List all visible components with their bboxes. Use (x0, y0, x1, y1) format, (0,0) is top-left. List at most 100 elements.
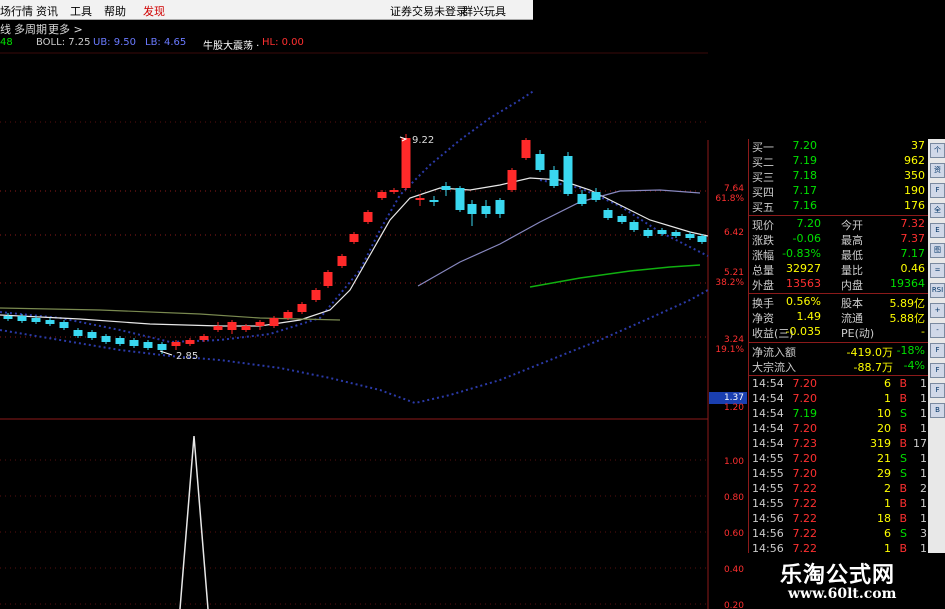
tick-side: S (900, 452, 907, 465)
candle-31 (429, 200, 439, 202)
tick-count: 1 (920, 422, 927, 435)
stat2-label-2: 股本 (841, 297, 863, 310)
candle-36 (495, 200, 505, 214)
watermark-url: www.60lt.com (788, 586, 897, 602)
boll-mid-line (0, 177, 709, 327)
bid-row-4: 买五 7.16 176 (749, 199, 929, 214)
stat2-label: 换手 (752, 297, 774, 310)
tick-price: 7.22 (792, 497, 818, 510)
price-axis-label-8: 1.20 (724, 403, 744, 413)
sidebar-tool-icon[interactable]: 个 (930, 143, 945, 158)
sidebar-tool-icon[interactable]: + (930, 303, 945, 318)
sidebar-tool-icon[interactable]: 资 (930, 163, 945, 178)
toolbar-more[interactable]: 更多 > (48, 21, 83, 37)
candle-45 (617, 216, 627, 222)
sidebar-tool-icon[interactable]: = (930, 263, 945, 278)
sidebar-tool-icon[interactable]: RSI (930, 283, 945, 298)
bid-price: 7.17 (792, 184, 818, 197)
candle-12 (171, 342, 181, 346)
candle-48 (657, 230, 667, 234)
stat2-row-0: 换手 0.56% 股本 5.89亿 (749, 295, 929, 310)
tick-time: 14:54 (752, 422, 784, 435)
stat2-label: 净资 (752, 312, 774, 325)
tick-volume: 21 (877, 452, 891, 465)
toolbar-line[interactable]: 线 (0, 21, 11, 37)
menu-market[interactable]: 场行情 (0, 3, 33, 19)
tick-price: 7.20 (792, 392, 818, 405)
stat-row-2: 涨幅 -0.83% 最低 7.17 (749, 247, 929, 262)
sidebar-tool-icon[interactable]: 图 (930, 243, 945, 258)
candle-49 (671, 232, 681, 236)
price-axis-label-6: 19.1% (715, 345, 744, 355)
stat-label: 总量 (752, 264, 774, 277)
price-axis-label-5: 3.24 (724, 335, 744, 345)
candle-11 (157, 344, 167, 350)
menu-discover[interactable]: 发现 (143, 3, 165, 19)
period-toolbar: 线 多周期 更多 > (0, 20, 533, 36)
tick-row-7: 14:55 7.22 2 B 2 (749, 482, 929, 496)
candle-0 (3, 316, 13, 319)
toolbar-multi-period[interactable]: 多周期 (14, 21, 47, 37)
candle-8 (115, 338, 125, 344)
bid-label: 买一 (752, 141, 774, 154)
candle-6 (87, 332, 97, 338)
stat-value: 7.20 (796, 217, 822, 230)
tick-row-4: 14:54 7.23 319 B 17 (749, 437, 929, 451)
tick-count: 1 (920, 512, 927, 525)
candle-25 (349, 234, 359, 242)
flow-row-0: 净流入额 -419.0万 -18% (749, 344, 929, 359)
sidebar-tool-icon[interactable]: - (930, 323, 945, 338)
candle-24 (337, 256, 347, 266)
menu-news[interactable]: 资讯 (36, 3, 58, 19)
candle-4 (59, 322, 69, 328)
bid-volume: 962 (904, 154, 925, 167)
sub-axis-label-4: 0.20 (724, 601, 744, 609)
sidebar-tool-icon[interactable]: F (930, 343, 945, 358)
price-axis-label-4: 38.2% (715, 278, 744, 288)
tick-side: B (899, 512, 907, 525)
tick-time: 14:55 (752, 467, 784, 480)
menu-tools[interactable]: 工具 (70, 3, 92, 19)
tick-row-1: 14:54 7.20 1 B 1 (749, 392, 929, 406)
bid-price: 7.19 (792, 154, 818, 167)
tick-count: 2 (920, 482, 927, 495)
bid-label: 买四 (752, 186, 774, 199)
tick-time: 14:55 (752, 452, 784, 465)
tick-volume: 1 (884, 497, 891, 510)
stat2-row-1: 净资 1.49 流通 5.88亿 (749, 310, 929, 325)
tick-count: 17 (913, 437, 927, 450)
sidebar-tool-icon[interactable]: F (930, 183, 945, 198)
flow-label: 大宗流入 (752, 361, 796, 374)
trade-login-status[interactable]: 证券交易未登录 (390, 3, 467, 19)
sidebar-tool-icon[interactable]: F (930, 363, 945, 378)
quote-separator-1 (749, 215, 929, 216)
sidebar-tool-icon[interactable]: E (930, 223, 945, 238)
tick-row-3: 14:54 7.20 20 B 1 (749, 422, 929, 436)
tick-count: 3 (920, 527, 927, 540)
candle-7 (101, 336, 111, 342)
boll-lower-line (0, 289, 709, 405)
tick-row-9: 14:56 7.22 18 B 1 (749, 512, 929, 526)
stat-label-2: 内盘 (841, 279, 863, 292)
right-icon-sidebar: 个资 F 全 E 图 = RSI + - F F F B (928, 139, 945, 584)
price-axis-label-0: 7.64 (724, 184, 744, 194)
bid-label: 买三 (752, 171, 774, 184)
tick-price: 7.19 (792, 407, 818, 420)
tick-time: 14:54 (752, 437, 784, 450)
tick-count: 1 (920, 392, 927, 405)
tick-price: 7.22 (792, 512, 818, 525)
sidebar-tool-icon[interactable]: F (930, 383, 945, 398)
menu-help[interactable]: 帮助 (104, 3, 126, 19)
tick-price: 7.20 (792, 377, 818, 390)
stat-label-2: 今开 (841, 219, 863, 232)
flow-row-1: 大宗流入 -88.7万 -4% (749, 359, 929, 374)
menu-bar: 场行情 资讯 工具 帮助 发现 证券交易未登录 群兴玩具 (0, 0, 533, 20)
sidebar-tool-icon[interactable]: 全 (930, 203, 945, 218)
ma-green-line (529, 264, 701, 288)
stat-label-2: 最高 (841, 234, 863, 247)
flow-value: -88.7万 (853, 361, 893, 374)
candle-19 (269, 318, 279, 326)
sidebar-tool-icon[interactable]: B (930, 403, 945, 418)
bid-price: 7.18 (792, 169, 818, 182)
stat-value: 32927 (786, 262, 821, 275)
